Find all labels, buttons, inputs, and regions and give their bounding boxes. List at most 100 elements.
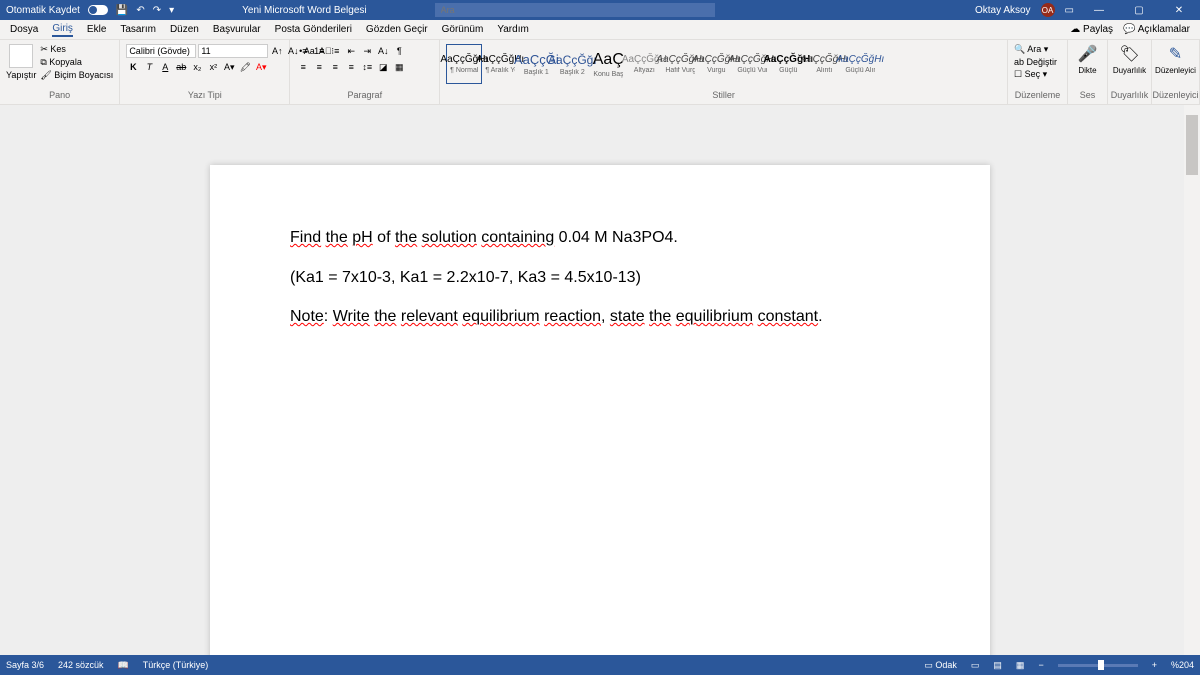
paragraph-2[interactable]: (Ka1 = 7x10-3, Ka1 = 2.2x10-7, Ka3 = 4.5… — [290, 265, 910, 291]
view-web-icon[interactable]: ▦ — [1016, 660, 1025, 671]
style-3[interactable]: AaÇçĞğıBaşlık 2 — [554, 44, 590, 84]
view-print-icon[interactable]: ▤ — [993, 660, 1002, 671]
ribbon-mode-icon[interactable]: ▭ — [1065, 5, 1074, 16]
editor-button[interactable]: ✎ Düzenleyici — [1155, 44, 1196, 75]
select-button[interactable]: ☐ Seç ▾ — [1014, 69, 1061, 80]
tab-references[interactable]: Başvurular — [213, 24, 261, 35]
tab-mailings[interactable]: Posta Gönderileri — [275, 24, 352, 35]
undo-icon[interactable]: ↶ — [136, 5, 144, 16]
editor-icon: ✎ — [1169, 44, 1182, 64]
font-name-input[interactable] — [126, 44, 196, 58]
avatar[interactable]: OA — [1041, 3, 1055, 17]
group-clipboard: Yapıştır ✂ Kes ⧉ Kopyala 🖌 Biçim Boyacıs… — [0, 40, 120, 104]
underline-button[interactable]: A — [158, 60, 172, 74]
focus-mode[interactable]: ▭ Odak — [924, 660, 957, 671]
numbering-button[interactable]: 1≡ — [312, 44, 326, 58]
paste-button[interactable]: Yapıştır — [6, 44, 36, 88]
group-label-paragraph: Paragraf — [296, 90, 433, 100]
mic-icon: 🎤 — [1078, 44, 1098, 64]
statusbar: Sayfa 3/6 242 sözcük 📖 Türkçe (Türkiye) … — [0, 655, 1200, 675]
autosave-toggle[interactable] — [88, 5, 108, 15]
dictate-button[interactable]: 🎤 Dikte — [1078, 44, 1098, 75]
cut-button[interactable]: ✂ Kes — [40, 44, 113, 55]
font-size-input[interactable] — [198, 44, 268, 58]
format-painter-button[interactable]: 🖌 Biçim Boyacısı — [40, 70, 113, 81]
font-color-button[interactable]: A▾ — [254, 60, 268, 74]
zoom-slider[interactable] — [1058, 664, 1138, 667]
tab-design[interactable]: Tasarım — [120, 24, 156, 35]
zoom-out-button[interactable]: − — [1038, 660, 1043, 670]
zoom-in-button[interactable]: + — [1152, 660, 1157, 670]
user-name[interactable]: Oktay Aksoy — [975, 5, 1031, 16]
multilevel-button[interactable]: ⁝≡ — [328, 44, 342, 58]
align-left-button[interactable]: ≡ — [296, 60, 310, 74]
share-button[interactable]: ☁ Paylaş — [1070, 24, 1113, 35]
close-button[interactable]: ✕ — [1164, 5, 1194, 16]
subscript-button[interactable]: x₂ — [190, 60, 204, 74]
italic-button[interactable]: T — [142, 60, 156, 74]
sensitivity-button[interactable]: 🏷 Duyarlılık — [1113, 44, 1146, 75]
autosave-label: Otomatik Kaydet — [6, 5, 80, 16]
style-11[interactable]: AaÇçĞğHıGüçlü Alıntı — [842, 44, 878, 84]
show-marks-button[interactable]: ¶ — [392, 44, 406, 58]
scrollbar-thumb[interactable] — [1186, 115, 1198, 175]
shading-button[interactable]: ◪ — [376, 60, 390, 74]
tab-review[interactable]: Gözden Geçir — [366, 24, 428, 35]
tab-view[interactable]: Görünüm — [442, 24, 484, 35]
justify-button[interactable]: ≡ — [344, 60, 358, 74]
vertical-scrollbar[interactable] — [1184, 105, 1200, 655]
search-input[interactable] — [435, 3, 715, 17]
ribbon-tabs: Dosya Giriş Ekle Tasarım Düzen Başvurula… — [0, 20, 1200, 40]
group-label-clipboard: Pano — [6, 90, 113, 100]
sort-button[interactable]: A↓ — [376, 44, 390, 58]
find-button[interactable]: 🔍 Ara ▾ — [1014, 44, 1061, 55]
bullets-button[interactable]: •≡ — [296, 44, 310, 58]
group-styles: AaÇçĞğHı¶ NormalAaÇçĞğHı¶ Aralık YokAaÇç… — [440, 40, 1008, 104]
superscript-button[interactable]: x² — [206, 60, 220, 74]
clipboard-icon — [9, 44, 33, 68]
group-paragraph: •≡ 1≡ ⁝≡ ⇤ ⇥ A↓ ¶ ≡ ≡ ≡ ≡ ↕≡ ◪ ▦ Paragra… — [290, 40, 440, 104]
group-label-font: Yazı Tipi — [126, 90, 283, 100]
view-read-icon[interactable]: ▭ — [971, 660, 980, 671]
maximize-button[interactable]: ▢ — [1124, 5, 1154, 16]
paragraph-3[interactable]: Note: Write the relevant equilibrium rea… — [290, 304, 910, 330]
group-font: A↑ A↓ Aa A⃠ K T A ab x₂ x² A▾ 🖍 A▾ Yazı … — [120, 40, 290, 104]
redo-icon[interactable]: ↷ — [153, 5, 161, 16]
ribbon: Yapıştır ✂ Kes ⧉ Kopyala 🖌 Biçim Boyacıs… — [0, 40, 1200, 105]
tag-icon: 🏷 — [1119, 44, 1139, 64]
zoom-level[interactable]: %204 — [1171, 660, 1194, 670]
comments-button[interactable]: 💬 Açıklamalar — [1123, 24, 1190, 35]
borders-button[interactable]: ▦ — [392, 60, 406, 74]
tab-home[interactable]: Giriş — [52, 23, 73, 37]
line-spacing-button[interactable]: ↕≡ — [360, 60, 374, 74]
bold-button[interactable]: K — [126, 60, 140, 74]
page-number[interactable]: Sayfa 3/6 — [6, 660, 44, 670]
strike-button[interactable]: ab — [174, 60, 188, 74]
paragraph-1[interactable]: Find the pH of the solution containing 0… — [290, 225, 910, 251]
save-icon[interactable]: 💾 — [116, 5, 128, 16]
style-1[interactable]: AaÇçĞğHı¶ Aralık Yok — [482, 44, 518, 84]
group-sensitivity: 🏷 Duyarlılık Duyarlılık — [1108, 40, 1152, 104]
increase-indent-button[interactable]: ⇥ — [360, 44, 374, 58]
word-count[interactable]: 242 sözcük — [58, 660, 104, 670]
document-area[interactable]: Find the pH of the solution containing 0… — [0, 105, 1200, 655]
tab-help[interactable]: Yardım — [497, 24, 529, 35]
text-effects-button[interactable]: A▾ — [222, 60, 236, 74]
page[interactable]: Find the pH of the solution containing 0… — [210, 165, 990, 655]
highlight-button[interactable]: 🖍 — [238, 60, 252, 74]
grow-font-button[interactable]: A↑ — [270, 44, 284, 58]
replace-button[interactable]: ab Değiştir — [1014, 57, 1061, 67]
spellcheck-icon[interactable]: 📖 — [118, 660, 129, 671]
align-center-button[interactable]: ≡ — [312, 60, 326, 74]
minimize-button[interactable]: — — [1084, 5, 1114, 16]
align-right-button[interactable]: ≡ — [328, 60, 342, 74]
group-label-editing: Düzenleme — [1014, 90, 1061, 100]
language[interactable]: Türkçe (Türkiye) — [143, 660, 209, 670]
copy-button[interactable]: ⧉ Kopyala — [40, 57, 113, 68]
tab-layout[interactable]: Düzen — [170, 24, 199, 35]
titlebar: Otomatik Kaydet 💾 ↶ ↷ ▾ Yeni Microsoft W… — [0, 0, 1200, 20]
tab-insert[interactable]: Ekle — [87, 24, 106, 35]
decrease-indent-button[interactable]: ⇤ — [344, 44, 358, 58]
tab-file[interactable]: Dosya — [10, 24, 38, 35]
document-title[interactable]: Yeni Microsoft Word Belgesi — [242, 5, 367, 16]
